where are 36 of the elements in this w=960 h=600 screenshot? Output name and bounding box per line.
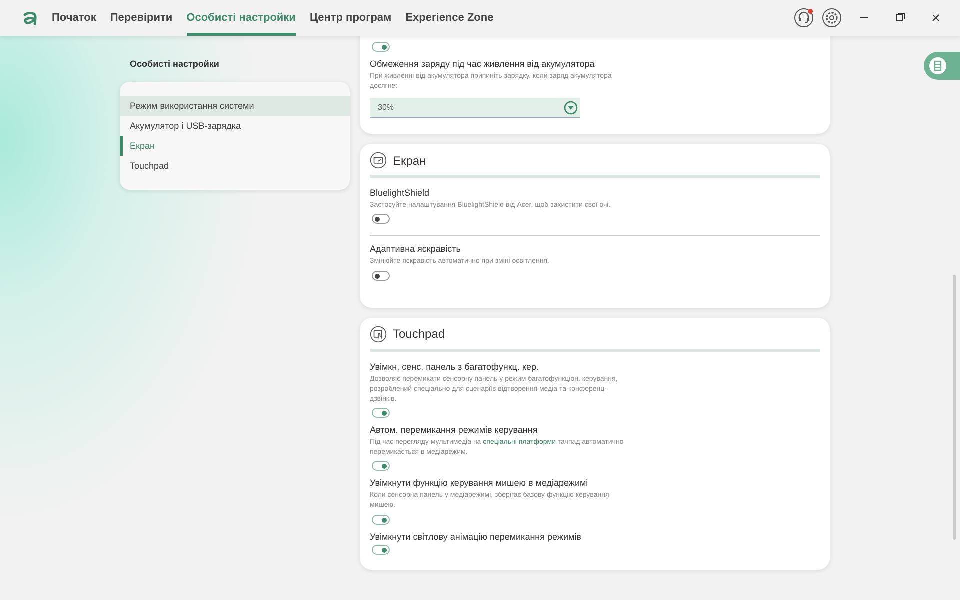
sidebar-item[interactable]: Екран xyxy=(120,136,350,156)
toggle-switch[interactable] xyxy=(372,461,390,472)
setting-label: Увімкн. сенс. панель з багатофункц. кер. xyxy=(370,362,540,372)
list-icon xyxy=(929,57,947,75)
toggle-switch[interactable] xyxy=(372,270,390,281)
nav-tab[interactable]: Перевірити xyxy=(110,0,173,36)
nav-tab[interactable]: Початок xyxy=(52,0,96,36)
sidebar-item[interactable]: Режим використання системи xyxy=(120,96,350,116)
sidebar-item[interactable]: Touchpad xyxy=(120,156,350,176)
side-panel-button[interactable] xyxy=(924,52,960,80)
setting-label: BluelightShield xyxy=(370,188,431,198)
toggle-switch[interactable] xyxy=(372,544,390,555)
toggle-switch[interactable] xyxy=(372,214,390,224)
headset-icon[interactable] xyxy=(794,8,814,28)
charge-limit-dropdown[interactable]: 30% xyxy=(370,98,580,118)
setting-label: Увімкнути функцію керування мишею в медіарежимі xyxy=(370,478,590,488)
nav-tab[interactable]: Центр програм xyxy=(310,0,392,36)
section-title: Екран xyxy=(393,154,426,168)
scrollbar[interactable] xyxy=(953,275,956,540)
sidebar-title: Особисті настройки xyxy=(130,59,220,69)
touchpad-icon xyxy=(370,326,387,343)
screen-icon xyxy=(370,152,387,170)
setting-label: Обмеження заряду під час живлення від акумулятора xyxy=(370,59,596,69)
setting-label: Увімкнути світлову анімацію перемикання режимів xyxy=(370,532,582,542)
settings-icon[interactable] xyxy=(822,8,842,28)
toggle-switch[interactable] xyxy=(372,42,390,52)
nav-tab[interactable]: Особисті настройки xyxy=(186,0,296,36)
setting-label: Автом. перемикання режимів керування xyxy=(370,424,539,435)
toggle-switch[interactable] xyxy=(372,408,390,418)
nav-tab[interactable]: Experience Zone xyxy=(406,0,494,36)
sidebar-item[interactable]: Акумулятор і USB-зарядка xyxy=(120,116,350,136)
toggle-switch[interactable] xyxy=(372,514,390,525)
logo-icon[interactable] xyxy=(22,11,38,25)
section-title: Touchpad xyxy=(393,327,446,342)
dropdown-icon xyxy=(564,100,578,115)
setting-label: Адаптивна яскравість xyxy=(370,244,462,254)
